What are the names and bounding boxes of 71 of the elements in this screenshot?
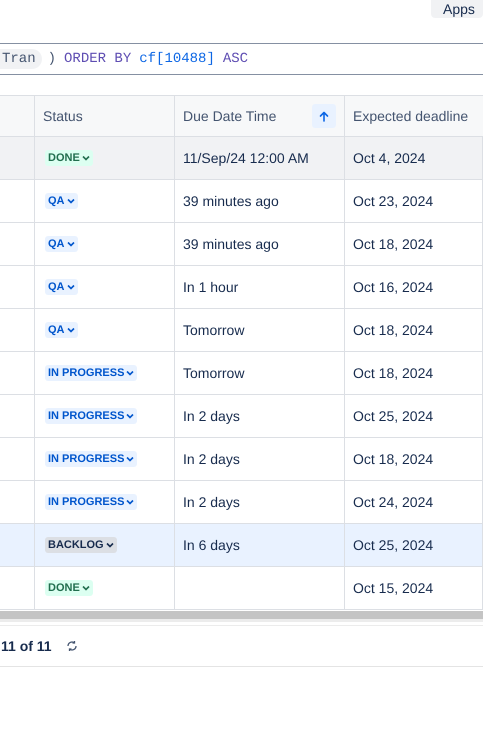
status-lozenge[interactable]: QA [45,279,78,295]
table-row[interactable]: QA In 1 hour Oct 16, 2024 [0,266,483,309]
column-header[interactable]: Status [35,96,175,136]
deadline-text: Oct 18, 2024 [353,451,434,467]
status-lozenge[interactable]: IN PROGRESS [45,408,138,424]
chevron-down-icon [66,327,74,333]
table-row[interactable]: DONE Oct 15, 2024 [0,567,483,610]
chevron-down-icon [126,499,134,505]
status-lozenge[interactable]: QA [45,193,78,209]
due-date-text: 39 minutes ago [183,193,279,209]
column-label: Due Date Time [183,108,276,124]
chevron-down-icon [82,585,90,591]
chevron-down-icon [106,542,114,548]
chevron-down-icon [66,284,74,290]
table-row[interactable]: QA 39 minutes ago Oct 18, 2024 [0,223,483,266]
due-date-text: 39 minutes ago [183,236,279,252]
chevron-down-icon [126,370,134,376]
query-token: ASC [222,51,248,67]
result-count: 11 of 11 [1,638,52,654]
deadline-text: Oct 18, 2024 [353,236,434,252]
status-lozenge[interactable]: BACKLOG [45,537,117,553]
status-lozenge[interactable]: IN PROGRESS [45,494,138,510]
table-row[interactable]: BACKLOG In 6 days Oct 25, 2024 [0,524,483,567]
due-date-text: Tomorrow [183,322,244,338]
due-date-text: In 2 days [183,408,240,424]
deadline-text: Oct 18, 2024 [353,365,434,381]
query-token: ORDER BY [64,51,132,67]
chevron-down-icon [66,198,74,204]
table-row[interactable]: IN PROGRESS In 2 days Oct 18, 2024 [0,438,483,481]
table-row[interactable]: IN PROGRESS Tomorrow Oct 18, 2024 [0,352,483,395]
deadline-text: Oct 16, 2024 [353,279,434,295]
column-header[interactable]: Expected deadline [345,96,483,136]
deadline-text: Oct 4, 2024 [353,150,426,166]
due-date-text: 11/Sep/24 12:00 AM [183,150,309,166]
horizontal-scrollbar[interactable] [0,611,483,622]
chevron-down-icon [66,241,74,247]
sort-ascending-icon[interactable] [312,104,336,128]
table-row[interactable]: QA 39 minutes ago Oct 23, 2024 [0,180,483,223]
refresh-icon[interactable] [66,640,78,652]
due-date-text: In 1 hour [183,279,238,295]
deadline-text: Oct 25, 2024 [353,408,434,424]
chevron-down-icon [126,456,134,462]
due-date-text: Tomorrow [183,365,244,381]
status-lozenge[interactable]: IN PROGRESS [45,365,138,381]
apps-button[interactable]: Apps [431,0,483,18]
column-header[interactable]: Due Date Time [175,96,345,136]
table-row[interactable]: IN PROGRESS In 2 days Oct 24, 2024 [0,481,483,524]
deadline-text: Oct 18, 2024 [353,322,434,338]
table-row[interactable]: DONE 11/Sep/24 12:00 AM Oct 4, 2024 [0,137,483,180]
due-date-text: In 2 days [183,451,240,467]
deadline-text: Oct 24, 2024 [353,494,434,510]
status-lozenge[interactable]: QA [45,322,78,338]
status-lozenge[interactable]: IN PROGRESS [45,451,138,467]
status-lozenge[interactable]: DONE [45,580,93,596]
column-label: Status [43,108,83,124]
deadline-text: Oct 25, 2024 [353,537,434,553]
query-token: ) [48,51,56,67]
chevron-down-icon [82,155,90,161]
due-date-text: In 6 days [183,537,240,553]
chevron-down-icon [126,413,134,419]
query-field[interactable]: Tran ) ORDER BY cf[10488] ASC [0,43,483,75]
deadline-text: Oct 15, 2024 [353,580,434,596]
deadline-text: Oct 23, 2024 [353,193,434,209]
column-label: Expected deadline [353,108,468,124]
query-token: cf[10488] [139,51,215,67]
table-row[interactable]: IN PROGRESS In 2 days Oct 25, 2024 [0,395,483,438]
due-date-text: In 2 days [183,494,240,510]
query-token: Tran [0,49,42,69]
status-lozenge[interactable]: QA [45,236,78,252]
status-lozenge[interactable]: DONE [45,150,93,166]
table-row[interactable]: QA Tomorrow Oct 18, 2024 [0,309,483,352]
